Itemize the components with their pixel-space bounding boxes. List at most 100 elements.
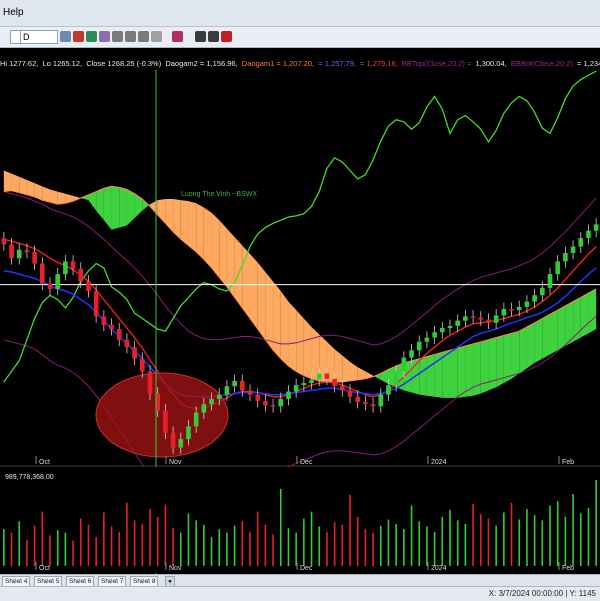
- volume-bar: [395, 523, 397, 566]
- volume-bar: [479, 514, 482, 566]
- volume-pane: Oct Nov Dec 2024 Feb: [0, 467, 600, 573]
- candle-body: [263, 401, 268, 406]
- volume-bar: [256, 511, 259, 566]
- candle-body: [347, 390, 353, 397]
- kumo-segment: [311, 326, 320, 381]
- kumo-segment: [480, 339, 489, 394]
- menu-help[interactable]: Help: [3, 7, 24, 18]
- volume-bar: [403, 529, 405, 566]
- volume-bar: [156, 516, 159, 566]
- volume-bar: [487, 518, 490, 566]
- period-select[interactable]: D: [20, 30, 58, 44]
- volume-bar: [164, 504, 167, 566]
- magnet-icon[interactable]: [221, 31, 232, 42]
- readout-ma-blue: = 1,257.79,: [318, 59, 356, 68]
- x-tick-label-volume: 2024: [431, 565, 447, 572]
- candle-body: [455, 320, 460, 326]
- status-bar: X: 3/7/2024 00:00:00 | Y: 1145: [0, 586, 600, 601]
- candle-body: [301, 383, 307, 386]
- percent-icon[interactable]: [125, 31, 136, 42]
- volume-bar: [326, 531, 328, 566]
- volume-bar: [587, 508, 590, 566]
- candle-body: [186, 426, 191, 440]
- x-tick-label-volume: Oct: [39, 565, 50, 572]
- candle-body: [524, 301, 530, 307]
- kumo-segment: [257, 262, 266, 340]
- volume-bar: [33, 525, 36, 566]
- candle-body: [278, 398, 284, 407]
- volume-bar: [441, 516, 444, 566]
- grid-icon[interactable]: [138, 31, 149, 42]
- candle-body: [78, 268, 84, 282]
- volume-bar: [533, 515, 536, 566]
- candle-body: [409, 350, 414, 358]
- kumo-segment: [203, 207, 212, 268]
- kumo-segment: [19, 176, 27, 195]
- candle-body: [55, 274, 60, 289]
- candle-body: [63, 261, 68, 275]
- toolbar: D: [0, 27, 600, 48]
- sheet-tabs: Sheet 4 Sheet 5 Sheet 6 Sheet 7 Sheet 8 …: [0, 574, 600, 587]
- volume-bar: [126, 502, 128, 566]
- candle-body: [401, 357, 407, 372]
- volume-bar: [464, 523, 467, 566]
- kumo-segment: [42, 186, 50, 203]
- volume-bar: [103, 512, 105, 566]
- legend-readout: Hi 1277.62, Lo 1265.12, Close 1268.25 (-…: [0, 58, 600, 70]
- candle-body: [24, 249, 30, 252]
- line-tool-icon[interactable]: [195, 31, 206, 42]
- template-icon[interactable]: [86, 31, 97, 42]
- candle-body: [209, 398, 214, 405]
- kumo-segment: [26, 179, 35, 197]
- volume-bar: [272, 534, 274, 566]
- search-icon[interactable]: [112, 31, 123, 42]
- candle-body: [232, 380, 237, 387]
- candle-body: [193, 412, 199, 427]
- kumo-segment: [180, 200, 189, 246]
- cursor-readout: X: 3/7/2024 00:00:00 | Y: 1145: [488, 589, 596, 598]
- candle-body: [109, 324, 114, 330]
- kumo-segment: [488, 337, 497, 391]
- checkbox-icon[interactable]: [151, 31, 162, 42]
- candle-body: [440, 328, 445, 333]
- ray-tool-icon[interactable]: [208, 31, 219, 42]
- candle-body: [340, 386, 345, 391]
- kumo-segment: [334, 349, 343, 382]
- kumo-segment: [473, 341, 481, 396]
- kumo-segment: [250, 254, 258, 330]
- volume-bar: [10, 532, 13, 566]
- candle-body: [424, 337, 430, 342]
- readout-daogam1: Daogam1 = 1,207.20,: [241, 59, 315, 68]
- kumo-segment: [457, 346, 466, 398]
- candle-body: [93, 291, 99, 317]
- heart-icon[interactable]: [99, 31, 110, 42]
- candle-body: [116, 329, 122, 340]
- price-chart[interactable]: Oct Nov Dec 2024 Feb Oct Nov Dec 2024 Feb Luong …: [0, 70, 600, 574]
- kumo-segment: [342, 355, 350, 382]
- volume-bar: [472, 503, 474, 566]
- candle-body: [593, 224, 599, 231]
- candle-body: [124, 339, 130, 348]
- readout-bbtop-value: 1,300.04,: [475, 59, 507, 68]
- kumo-segment: [350, 361, 358, 381]
- candle-body: [586, 230, 591, 239]
- crosshair-icon[interactable]: [60, 31, 71, 42]
- volume-label: 989,778,368.00: [5, 474, 54, 481]
- kumo-segment: [550, 310, 558, 355]
- kumo-segment: [573, 297, 581, 342]
- candle-body: [147, 371, 153, 394]
- pen-icon[interactable]: [172, 31, 183, 42]
- candle-body: [555, 261, 560, 275]
- candle-body: [516, 306, 522, 311]
- candle-body: [447, 325, 453, 329]
- x-tick-label: Oct: [39, 459, 50, 466]
- volume-bar: [226, 532, 228, 566]
- volume-bar: [110, 526, 113, 566]
- candle-body: [493, 315, 499, 323]
- candle-body: [470, 316, 476, 318]
- indicator-icon[interactable]: [73, 31, 84, 42]
- kumo-segment: [534, 318, 543, 363]
- candle-body: [70, 261, 76, 269]
- candle-body: [101, 316, 107, 325]
- volume-bar: [187, 513, 190, 566]
